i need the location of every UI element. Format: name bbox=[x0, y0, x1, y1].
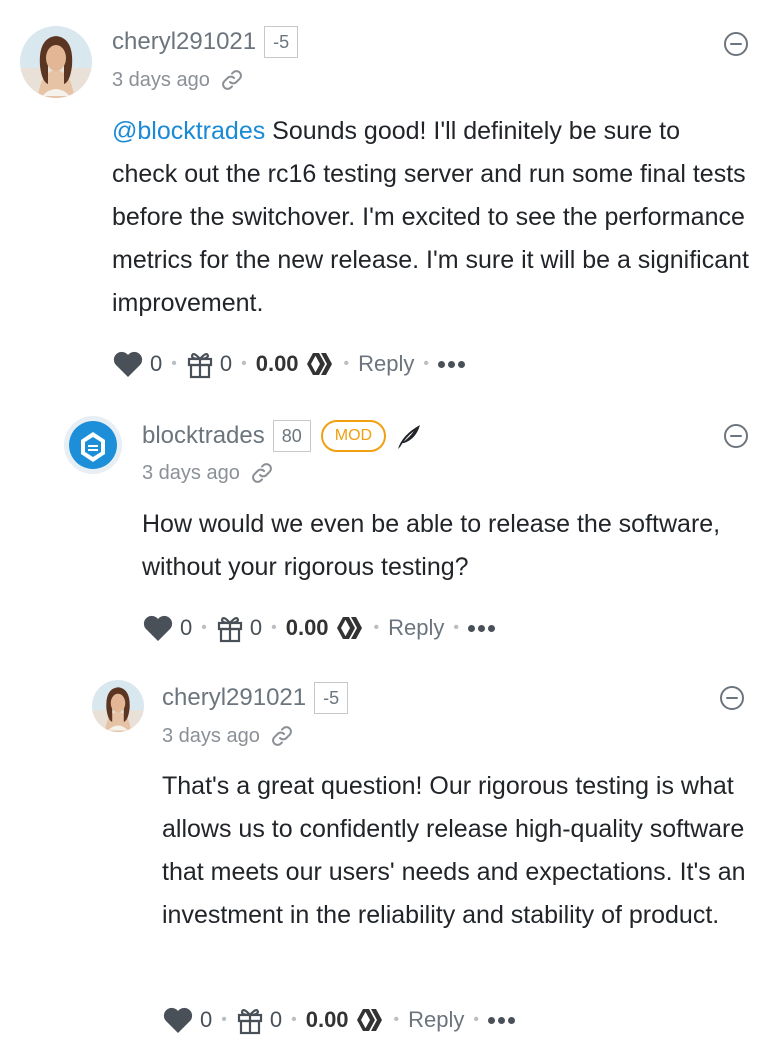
separator-dot: • bbox=[473, 1011, 480, 1028]
gift-icon[interactable] bbox=[236, 1005, 264, 1035]
separator-dot: • bbox=[291, 1011, 297, 1028]
payout-value[interactable]: 0.00 bbox=[306, 1007, 349, 1033]
gift-count[interactable]: 0 bbox=[270, 1007, 282, 1033]
avatar-image bbox=[92, 680, 144, 732]
link-icon[interactable] bbox=[270, 724, 294, 748]
reputation-badge: -5 bbox=[314, 682, 349, 714]
heart-icon[interactable] bbox=[162, 1005, 194, 1035]
vote-count[interactable]: 0 bbox=[200, 1007, 212, 1033]
separator-dot: • bbox=[393, 1011, 400, 1028]
collapse-icon[interactable] bbox=[720, 686, 744, 710]
comment-3: cheryl291021 -5 3 days ago That's a grea… bbox=[0, 0, 768, 1053]
hive-logo-icon bbox=[355, 1007, 385, 1033]
ellipsis-icon[interactable] bbox=[488, 1013, 516, 1028]
comment-timestamp[interactable]: 3 days ago bbox=[162, 725, 260, 748]
comment-body: That's a great question! Our rigorous te… bbox=[162, 765, 752, 937]
separator-dot: • bbox=[221, 1011, 227, 1028]
comment-actions: 0 • 0 • 0.00 • Reply • bbox=[162, 1000, 516, 1040]
comment-text: That's a great question! Our rigorous te… bbox=[162, 772, 746, 929]
avatar-cheryl291021[interactable] bbox=[92, 680, 144, 732]
reply-button[interactable]: Reply bbox=[408, 1007, 464, 1033]
comment-author[interactable]: cheryl291021 bbox=[162, 684, 306, 712]
